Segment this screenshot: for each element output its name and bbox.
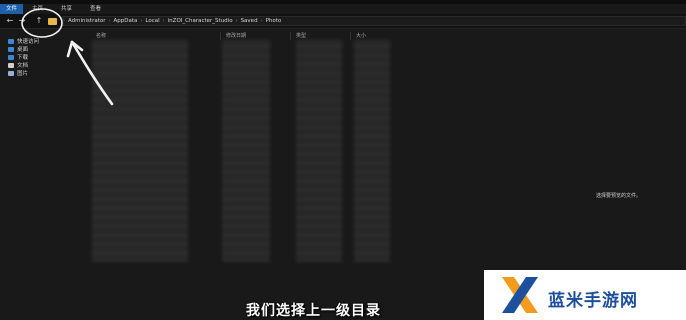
breadcrumb-saved[interactable]: Saved (238, 18, 261, 24)
breadcrumb-local[interactable]: Local (142, 18, 162, 24)
file-list-blurred-names[interactable] (92, 40, 188, 262)
column-header-date[interactable]: 修改日期 (226, 32, 246, 40)
file-list-blurred-types (296, 40, 342, 262)
sidebar-item-label: 图片 (17, 71, 29, 77)
document-icon (8, 62, 14, 68)
breadcrumb-administrator[interactable]: Administrator (65, 18, 109, 24)
sidebar-item-documents[interactable]: 文档 (8, 61, 28, 69)
tab-view[interactable]: 查看 (81, 4, 110, 14)
sidebar-item-label: 文档 (17, 63, 29, 69)
column-divider[interactable] (350, 32, 351, 40)
address-bar[interactable]: › Administrator › AppData › Local › inZO… (62, 16, 686, 26)
column-header-size[interactable]: 大小 (356, 32, 366, 40)
star-icon (8, 38, 14, 44)
video-subtitle: 我们选择上一级目录 (246, 303, 381, 319)
breadcrumb-photo[interactable]: Photo (263, 18, 285, 24)
watermark-logo (502, 277, 538, 313)
file-list-blurred-dates (222, 40, 270, 262)
sidebar-item-label: 下载 (17, 55, 29, 61)
forward-button[interactable]: → (17, 14, 27, 28)
watermark-text: 蓝米手游网 (548, 291, 638, 311)
file-list-blurred-sizes (354, 40, 390, 262)
breadcrumb-inzoi[interactable]: inZOI_Character_Studio (165, 18, 236, 24)
ribbon-tabs: 文件 主页 共享 查看 (0, 4, 110, 14)
sidebar-item-pictures[interactable]: 图片 (8, 69, 28, 77)
sidebar-item-label: 快速访问 (17, 39, 40, 45)
column-header-name[interactable]: 名称 (96, 32, 106, 40)
pictures-icon (8, 70, 14, 76)
sidebar-item-label: 桌面 (17, 47, 29, 53)
breadcrumb-appdata[interactable]: AppData (111, 18, 141, 24)
folder-icon (48, 18, 57, 25)
download-icon (8, 54, 14, 60)
preview-pane-message: 选择要预览的文件。 (596, 193, 642, 199)
column-divider[interactable] (220, 32, 221, 40)
tab-file[interactable]: 文件 (0, 4, 24, 14)
sidebar-item-quick-access[interactable]: 快速访问 (8, 37, 39, 45)
up-button[interactable]: ↑ (34, 14, 44, 28)
tab-home[interactable]: 主页 (23, 4, 52, 14)
sidebar-item-desktop[interactable]: 桌面 (8, 45, 28, 53)
desktop-icon (8, 46, 14, 52)
column-header-type[interactable]: 类型 (296, 32, 306, 40)
back-button[interactable]: ← (5, 14, 15, 28)
column-divider[interactable] (290, 32, 291, 40)
sidebar-item-downloads[interactable]: 下载 (8, 53, 28, 61)
tab-share[interactable]: 共享 (52, 4, 81, 14)
